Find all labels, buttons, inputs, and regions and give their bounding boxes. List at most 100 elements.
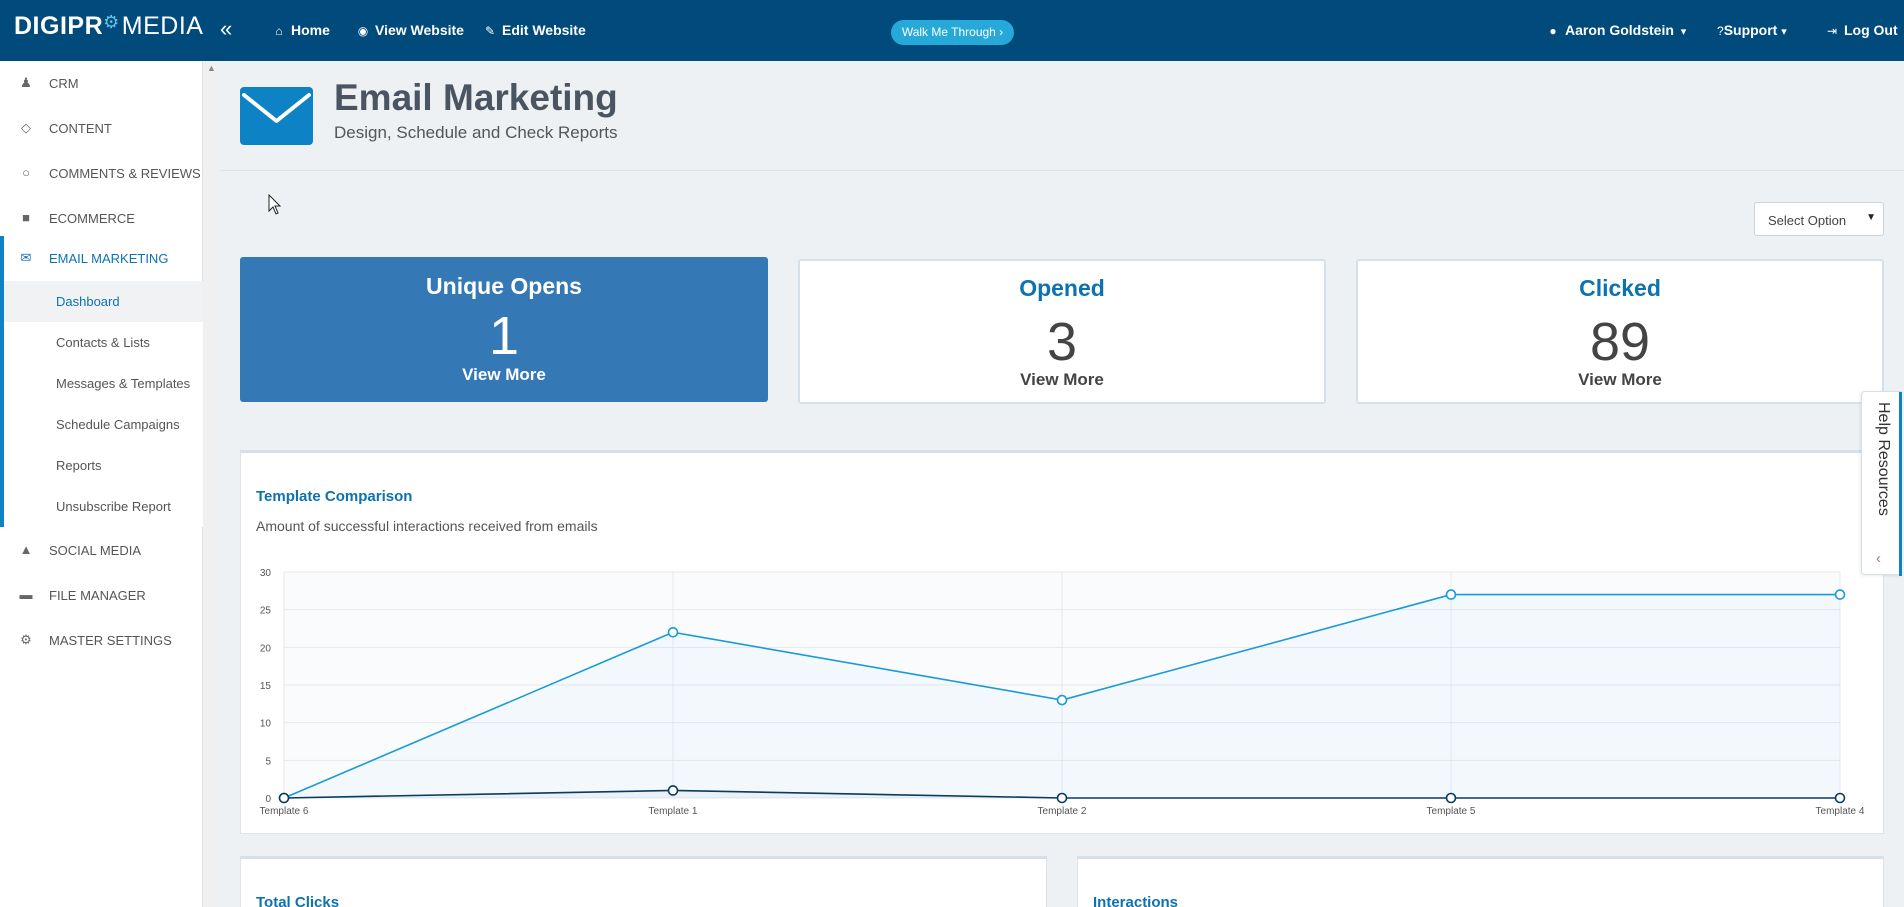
chart-title: Template Comparison <box>256 488 413 505</box>
x-tick-label: Template 6 <box>260 806 309 817</box>
y-tick-label: 25 <box>260 606 272 617</box>
sidebar-item-crm[interactable]: ♟ CRM <box>0 61 203 106</box>
logo-gear-icon: ⚙ <box>103 12 120 32</box>
data-point <box>1056 694 1068 706</box>
total-clicks-panel: Total Clicks <box>240 856 1047 907</box>
submenu-item-label: Unsubscribe Report <box>56 499 171 514</box>
chart-subtitle: Amount of successful interactions receiv… <box>256 518 598 534</box>
sidebar-item-file-manager[interactable]: ▬ FILE MANAGER <box>0 573 203 618</box>
y-tick-label: 15 <box>260 681 272 692</box>
page-subtitle: Design, Schedule and Check Reports <box>334 123 618 142</box>
sidebar-item-label: MASTER SETTINGS <box>49 633 172 648</box>
logo-text-digipro: DIGIPR <box>14 12 104 40</box>
sidebar-item-label: CRM <box>49 76 79 91</box>
user-icon: ● <box>1549 24 1557 38</box>
sidebar-item-label: ECOMMERCE <box>49 211 135 226</box>
nav-view-website-label: View Website <box>375 22 464 38</box>
select-option-label: Select Option <box>1768 213 1847 228</box>
data-point <box>1056 792 1068 804</box>
sidebar-item-social-media[interactable]: ▲ SOCIAL MEDIA <box>0 528 203 573</box>
nav-home-link[interactable]: ⌂ Home <box>272 22 330 38</box>
y-tick-label: 0 <box>265 794 271 805</box>
stat-title: Opened <box>1019 275 1105 301</box>
support-menu[interactable]: ?Support ▾ <box>1717 22 1787 38</box>
nav-home-label: Home <box>291 22 330 38</box>
folder-icon: ▬ <box>19 587 33 602</box>
data-point <box>1834 792 1846 804</box>
template-comparison-panel: 0 5 10 15 20 25 30 Template 6 Template 1 Template… <box>240 450 1884 834</box>
panel-title: Interactions <box>1093 894 1179 907</box>
data-point <box>1834 589 1846 600</box>
y-tick-label: 5 <box>265 756 271 767</box>
interactions-panel: Interactions <box>1077 856 1884 907</box>
chevron-down-icon: ▾ <box>1781 26 1787 38</box>
stat-value: 3 <box>1046 312 1078 372</box>
comment-icon: ○ <box>22 165 30 180</box>
sidebar-item-comments-reviews[interactable]: ○ COMMENTS & REVIEWS <box>0 151 203 196</box>
user-menu[interactable]: ● Aaron Goldstein ▾ <box>1546 22 1686 38</box>
help-icon: ? <box>1717 24 1724 38</box>
caret-down-icon: ▼ <box>1866 212 1876 223</box>
nav-edit-website-label: Edit Website <box>502 22 586 38</box>
submenu-item-label: Schedule Campaigns <box>56 417 180 432</box>
submenu-item-messages-templates[interactable]: Messages & Templates <box>4 363 203 404</box>
submenu-item-label: Contacts & Lists <box>56 335 150 350</box>
edit-icon: ✎ <box>484 24 496 38</box>
submenu-item-unsubscribe-report[interactable]: Unsubscribe Report <box>4 486 203 527</box>
x-tick-label: Template 1 <box>649 806 698 817</box>
data-point <box>667 626 679 638</box>
stat-value: 89 <box>1589 312 1651 372</box>
submenu-item-label: Messages & Templates <box>56 376 191 391</box>
home-icon: ⌂ <box>275 24 283 38</box>
sidebar-item-ecommerce[interactable]: ■ ECOMMERCE <box>0 196 203 241</box>
stat-card-opened[interactable]: Opened 3 View More <box>798 259 1326 404</box>
data-point <box>1445 792 1457 804</box>
logout-label: Log Out <box>1844 22 1898 38</box>
sidebar-item-label: CONTENT <box>49 121 112 136</box>
help-resources-tab[interactable]: Help Resources ‹ <box>1861 391 1902 576</box>
users-icon: ♟ <box>20 75 32 90</box>
data-point <box>667 785 679 796</box>
nav-view-website-link[interactable]: ◉ View Website <box>356 22 464 38</box>
data-point <box>278 792 290 804</box>
sidebar-item-label: SOCIAL MEDIA <box>49 543 141 558</box>
submenu-item-dashboard[interactable]: Dashboard <box>4 281 203 322</box>
brand-logo[interactable]: DIGIPR⚙MEDIA <box>14 12 203 41</box>
stat-value: 1 <box>488 306 520 366</box>
gear-icon: ⚙ <box>20 632 32 647</box>
sidebar-scrollbar[interactable]: ▲ <box>204 61 219 907</box>
logout-link[interactable]: ⇥ Log Out <box>1825 22 1898 38</box>
stat-card-unique-opens[interactable]: Unique Opens 1 View More <box>240 257 768 402</box>
scroll-up-icon[interactable]: ▲ <box>207 63 216 73</box>
view-more-link[interactable]: View More <box>800 370 1324 390</box>
sidebar-item-content[interactable]: ◇ CONTENT <box>0 106 203 151</box>
nav-edit-website-link[interactable]: ✎ Edit Website <box>483 22 586 38</box>
support-label: Support <box>1723 22 1778 38</box>
panel-title: Total Clicks <box>256 894 340 907</box>
template-comparison-chart: 0 5 10 15 20 25 30 Template 6 Template 1 Template… <box>260 568 1865 817</box>
submenu-item-reports[interactable]: Reports <box>4 445 203 486</box>
sidebar-item-email-marketing[interactable]: ✉ EMAIL MARKETING <box>0 236 203 281</box>
eye-icon: ◉ <box>357 24 369 38</box>
help-resources-label: Help Resources <box>1875 402 1892 516</box>
select-option-dropdown[interactable]: Select Option ▼ <box>1754 202 1884 236</box>
help-tab-accent <box>1899 392 1902 576</box>
submenu-item-label: Reports <box>56 458 102 473</box>
page-header: Email Marketing Design, Schedule and Che… <box>220 61 1904 171</box>
mouse-cursor-icon <box>268 194 282 215</box>
sidebar-collapse-icon[interactable]: « <box>220 16 232 42</box>
stat-card-clicked[interactable]: Clicked 89 View More <box>1356 259 1884 404</box>
view-more-link[interactable]: View More <box>1358 370 1882 390</box>
sidebar-item-label: COMMENTS & REVIEWS <box>49 166 201 181</box>
submenu-item-schedule-campaigns[interactable]: Schedule Campaigns <box>4 404 203 445</box>
submenu-item-contacts-lists[interactable]: Contacts & Lists <box>4 322 203 363</box>
page-title: Email Marketing <box>334 77 618 118</box>
sidebar-item-master-settings[interactable]: ⚙ MASTER SETTINGS <box>0 618 203 663</box>
chevron-left-icon[interactable]: ‹ <box>1876 550 1881 567</box>
diamond-icon: ◇ <box>21 120 31 135</box>
view-more-link[interactable]: View More <box>242 365 766 385</box>
envelope-icon: ✉ <box>20 250 32 265</box>
email-marketing-submenu: Dashboard Contacts & Lists Messages & Te… <box>0 281 203 527</box>
walk-me-through-button[interactable]: Walk Me Through › <box>891 20 1014 45</box>
thumbs-up-icon: ▲ <box>19 542 33 557</box>
